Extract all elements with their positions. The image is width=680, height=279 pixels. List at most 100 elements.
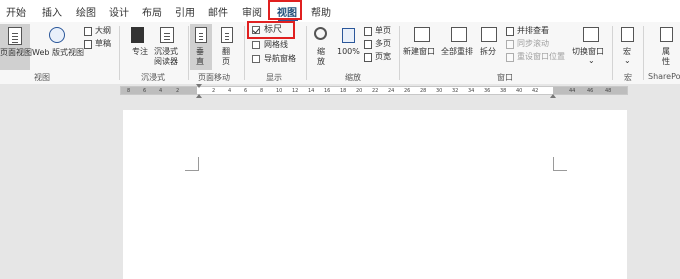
group-separator <box>244 26 245 80</box>
ruler-number: 32 <box>452 88 459 94</box>
zoom-100-button[interactable]: 100% <box>336 24 362 70</box>
immersive-reader-label-2: 阅读器 <box>154 57 178 66</box>
web-layout-icon <box>49 27 65 43</box>
print-layout-button[interactable]: 页面视图 <box>0 24 32 70</box>
switch-windows-button[interactable]: 切换窗口 ⌄ <box>572 24 610 70</box>
draft-label: 草稿 <box>95 39 111 48</box>
tab-draw[interactable]: 绘图 <box>76 4 96 19</box>
immersive-reader-icon <box>160 27 174 43</box>
reset-window-position-button[interactable]: 重设窗口位置 <box>506 52 568 63</box>
ruler-number: 44 <box>569 88 576 94</box>
zoom-label-1: 缩 <box>317 47 325 56</box>
tab-insert[interactable]: 插入 <box>42 4 62 19</box>
side-to-side-label-2: 页 <box>222 57 230 66</box>
properties-label-2: 性 <box>662 57 670 66</box>
vertical-label-1: 垂 <box>196 47 204 56</box>
side-by-side-label: 并排查看 <box>517 26 549 35</box>
ruler-number: 30 <box>436 88 443 94</box>
ruler-number: 22 <box>372 88 379 94</box>
new-window-label: 新建窗口 <box>403 47 435 56</box>
arrange-all-icon <box>451 27 467 42</box>
tab-review[interactable]: 审阅 <box>242 4 262 19</box>
properties-label-1: 属 <box>662 47 670 56</box>
view-side-by-side-button[interactable]: 并排查看 <box>506 26 556 37</box>
ruler-number: 48 <box>605 88 612 94</box>
zoom-button[interactable]: 缩 放 <box>311 24 333 70</box>
ruler-number: 18 <box>340 88 347 94</box>
zoom-label-2: 放 <box>317 57 325 66</box>
multiple-pages-icon <box>364 40 372 49</box>
horizontal-ruler[interactable]: 8 6 4 2 2 4 6 8 10 12 14 16 18 20 22 24 … <box>0 84 680 98</box>
side-to-side-label-1: 翻 <box>222 47 230 56</box>
chevron-down-icon: ⌄ <box>588 56 595 65</box>
side-by-side-icon <box>506 27 514 36</box>
ruler-number: 46 <box>587 88 594 94</box>
group-label-show: 显示 <box>266 73 282 82</box>
group-separator <box>306 26 307 80</box>
focus-button[interactable]: 专注 <box>127 24 149 70</box>
gridlines-checkbox[interactable]: 网格线 <box>252 40 296 51</box>
chevron-down-icon: ⌄ <box>624 56 631 65</box>
ruler-number: 26 <box>404 88 411 94</box>
immersive-reader-label-1: 沉浸式 <box>154 47 178 56</box>
ruler-number: 2 <box>176 88 180 94</box>
tab-layout[interactable]: 布局 <box>142 4 162 19</box>
side-to-side-icon <box>221 27 233 43</box>
web-layout-label: Web 版式视图 <box>32 48 84 57</box>
tab-design[interactable]: 设计 <box>109 4 129 19</box>
ruler-number: 10 <box>276 88 283 94</box>
sync-scroll-button[interactable]: 同步滚动 <box>506 39 556 50</box>
one-page-icon <box>364 27 372 36</box>
tab-home[interactable]: 开始 <box>6 4 26 19</box>
arrange-all-button[interactable]: 全部重排 <box>441 24 477 70</box>
draft-icon <box>84 40 92 49</box>
ruler-number: 8 <box>260 88 264 94</box>
nav-pane-check-icon <box>252 55 260 63</box>
ruler-number: 12 <box>292 88 299 94</box>
ruler-number: 38 <box>500 88 507 94</box>
right-indent-marker[interactable] <box>550 94 556 98</box>
web-layout-button[interactable]: Web 版式视图 <box>32 24 84 70</box>
group-separator <box>612 26 613 80</box>
vertical-button[interactable]: 垂 直 <box>190 24 212 70</box>
split-label: 拆分 <box>480 47 496 56</box>
tab-references[interactable]: 引用 <box>175 4 195 19</box>
document-page[interactable] <box>123 110 627 279</box>
immersive-reader-button[interactable]: 沉浸式 阅读器 <box>151 24 185 70</box>
vertical-icon <box>195 27 207 43</box>
group-separator <box>399 26 400 80</box>
focus-label: 专注 <box>132 47 148 56</box>
ruler-number: 20 <box>356 88 363 94</box>
group-separator <box>119 26 120 80</box>
ruler-number: 2 <box>212 88 216 94</box>
gridlines-label: 网格线 <box>264 40 288 49</box>
nav-pane-label: 导航窗格 <box>264 54 296 63</box>
focus-icon <box>131 27 144 43</box>
print-layout-label: 页面视图 <box>0 48 32 57</box>
outline-icon <box>84 27 92 36</box>
one-page-button[interactable]: 单页 <box>364 26 396 37</box>
reset-window-label: 重设窗口位置 <box>517 52 565 61</box>
side-to-side-button[interactable]: 翻 页 <box>216 24 238 70</box>
group-label-zoom: 缩放 <box>345 73 361 82</box>
ruler-number: 6 <box>244 88 248 94</box>
nav-pane-checkbox[interactable]: 导航窗格 <box>252 54 302 65</box>
left-indent-marker[interactable] <box>196 94 202 98</box>
tab-mailings[interactable]: 邮件 <box>208 4 228 19</box>
split-button[interactable]: 拆分 <box>478 24 500 70</box>
reset-window-icon <box>506 53 514 62</box>
macros-button[interactable]: 宏 ⌄ <box>617 24 639 70</box>
properties-icon <box>660 27 673 42</box>
ruler-number: 4 <box>228 88 232 94</box>
first-line-indent-marker[interactable] <box>196 84 202 88</box>
group-separator <box>188 26 189 80</box>
macros-icon <box>621 27 634 42</box>
new-window-icon <box>414 27 430 42</box>
multiple-pages-button[interactable]: 多页 <box>364 39 396 50</box>
properties-button[interactable]: 属 性 <box>656 24 678 70</box>
tab-help[interactable]: 帮助 <box>311 4 331 19</box>
page-width-button[interactable]: 页宽 <box>364 52 396 63</box>
draft-button[interactable]: 草稿 <box>84 39 114 50</box>
outline-button[interactable]: 大纲 <box>84 26 114 37</box>
new-window-button[interactable]: 新建窗口 <box>403 24 441 70</box>
